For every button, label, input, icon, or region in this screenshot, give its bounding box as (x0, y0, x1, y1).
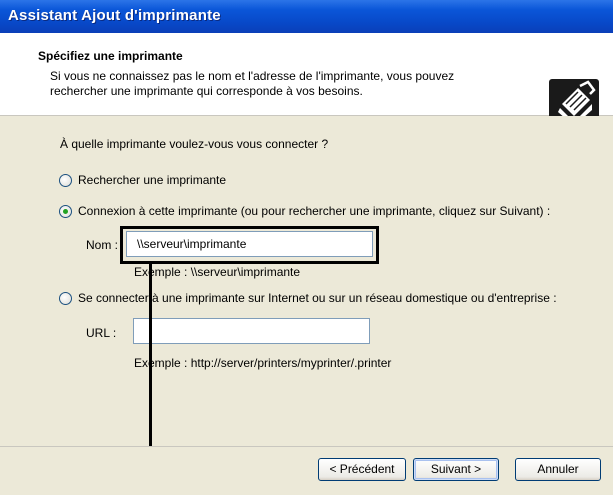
url-field-label: URL : (86, 326, 117, 340)
page-description: Si vous ne connaissez pas le nom et l'ad… (50, 69, 520, 99)
radio-search-printer-label[interactable]: Rechercher une imprimante (78, 173, 226, 187)
description-line-2: rechercher une imprimante qui correspond… (50, 84, 363, 98)
url-input[interactable] (133, 318, 370, 344)
wizard-body (0, 116, 613, 446)
url-example: Exemple : http://server/printers/myprint… (134, 356, 392, 370)
next-button[interactable]: Suivant > (413, 458, 499, 481)
wizard-header: Spécifiez une imprimante Si vous ne conn… (0, 33, 613, 129)
radio-connect-printer[interactable] (59, 205, 72, 218)
name-field-label: Nom : (86, 238, 119, 252)
cancel-button[interactable]: Annuler (515, 458, 601, 481)
window-title: Assistant Ajout d'imprimante (8, 7, 221, 24)
title-bar[interactable]: Assistant Ajout d'imprimante (0, 0, 613, 33)
description-line-1: Si vous ne connaissez pas le nom et l'ad… (50, 69, 455, 83)
question-label: À quelle imprimante voulez-vous vous con… (60, 137, 329, 151)
back-button[interactable]: < Précédent (318, 458, 406, 481)
radio-connect-printer-label[interactable]: Connexion à cette imprimante (ou pour re… (78, 204, 550, 218)
page-heading: Spécifiez une imprimante (38, 49, 183, 63)
radio-search-printer[interactable] (59, 174, 72, 187)
highlight-box (120, 226, 379, 264)
radio-internet-printer[interactable] (59, 292, 72, 305)
name-example: Exemple : \\serveur\imprimante (134, 265, 301, 279)
